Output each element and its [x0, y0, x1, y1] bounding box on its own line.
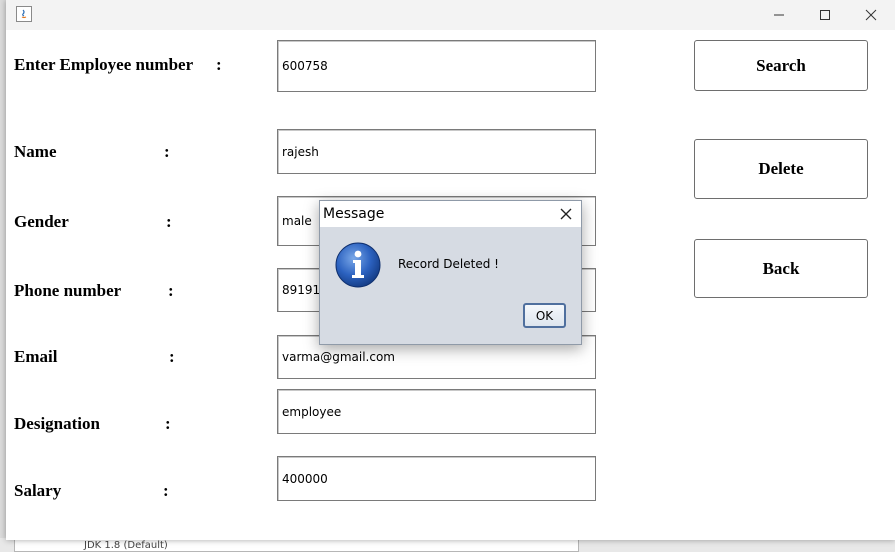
- message-dialog: Message Record Deleted ! OK: [319, 200, 582, 345]
- dialog-message: Record Deleted !: [398, 257, 499, 271]
- search-button[interactable]: Search: [694, 40, 868, 91]
- maximize-icon: [820, 10, 830, 20]
- email-colon: :: [169, 347, 175, 366]
- ok-button[interactable]: OK: [523, 303, 566, 328]
- salary-colon: :: [163, 481, 169, 500]
- name-colon: :: [164, 142, 170, 161]
- gender-label: Gender: [14, 212, 69, 231]
- phone-number-label: Phone number: [14, 281, 122, 300]
- close-window-button[interactable]: [848, 0, 894, 30]
- maximize-button[interactable]: [802, 0, 848, 30]
- email-label: Email: [14, 347, 58, 366]
- dialog-title: Message: [323, 206, 385, 222]
- close-icon: [865, 9, 877, 21]
- salary-label: Salary: [14, 481, 62, 500]
- designation-label: Designation: [14, 414, 100, 433]
- background-tree-item: JDK 1.8 (Default): [84, 540, 168, 551]
- delete-button[interactable]: Delete: [694, 139, 868, 199]
- gender-colon: :: [166, 212, 172, 231]
- employee-number-colon: :: [216, 55, 222, 74]
- designation-input[interactable]: employee: [277, 389, 596, 434]
- dialog-close-button[interactable]: [556, 205, 576, 223]
- salary-input[interactable]: 400000: [277, 456, 596, 501]
- employee-number-label: Enter Employee number: [14, 55, 194, 74]
- back-button[interactable]: Back: [694, 239, 868, 298]
- minimize-button[interactable]: [756, 0, 802, 30]
- employee-number-input[interactable]: 600758: [277, 40, 596, 92]
- phone-number-colon: :: [168, 281, 174, 300]
- minimize-icon: [774, 14, 784, 16]
- name-label: Name: [14, 142, 57, 161]
- java-app-icon: [16, 6, 32, 22]
- name-input[interactable]: rajesh: [277, 129, 596, 174]
- dialog-title-bar: Message: [320, 201, 581, 227]
- close-icon: [560, 208, 572, 220]
- title-bar: [6, 0, 895, 30]
- info-icon: [334, 241, 382, 289]
- designation-colon: :: [165, 414, 171, 433]
